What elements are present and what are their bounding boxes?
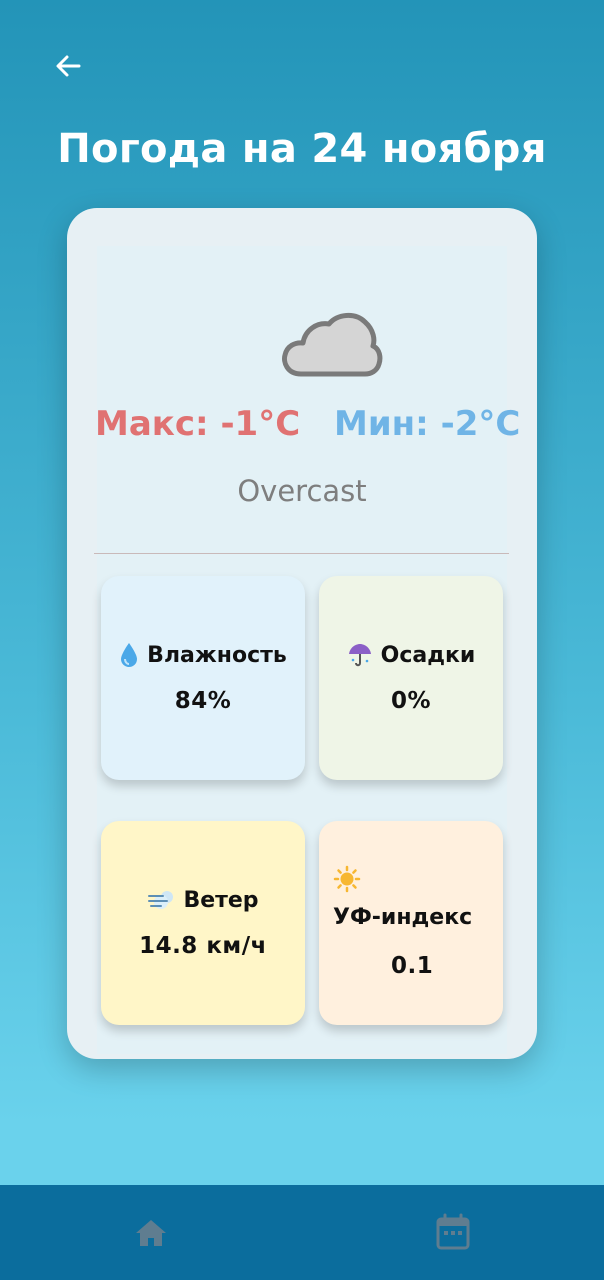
- uv-value: 0.1: [391, 953, 434, 979]
- wind-value: 14.8 км/ч: [139, 932, 267, 959]
- humidity-value: 84%: [174, 688, 232, 714]
- weather-card: Макс: -1°C Мин: -2°C Overcast Влажность …: [67, 208, 537, 1059]
- max-temperature: Макс: -1°C: [95, 404, 301, 444]
- precipitation-label: Осадки: [380, 642, 476, 668]
- divider: [94, 553, 509, 554]
- uv-tile: УФ-индекс 0.1: [319, 821, 503, 1025]
- umbrella-icon: [348, 644, 371, 667]
- sun-icon: [333, 865, 361, 893]
- arrow-left-icon: [56, 55, 81, 77]
- humidity-tile: Влажность 84%: [101, 576, 305, 780]
- precipitation-value: 0%: [390, 688, 432, 714]
- bottom-navigation: [0, 1185, 604, 1280]
- wind-tile: Ветер 14.8 км/ч: [101, 821, 305, 1025]
- back-button[interactable]: [48, 46, 88, 86]
- humidity-label: Влажность: [147, 642, 287, 668]
- wind-icon: [148, 891, 174, 909]
- droplet-icon: [121, 643, 138, 667]
- home-icon: [136, 1220, 166, 1246]
- humidity-label-row: Влажность: [119, 642, 287, 668]
- page-title: Погода на 24 ноября: [57, 126, 547, 172]
- uv-label: УФ-индекс: [333, 905, 473, 930]
- nav-calendar-button[interactable]: [435, 1213, 471, 1251]
- precipitation-label-row: Осадки: [347, 642, 476, 668]
- min-temperature: Мин: -2°C: [334, 404, 521, 444]
- wind-label-row: Ветер: [147, 887, 259, 913]
- wind-label: Ветер: [183, 887, 259, 913]
- nav-home-button[interactable]: [133, 1215, 169, 1251]
- cloud-icon: [282, 313, 383, 377]
- weather-condition: Overcast: [237, 474, 367, 508]
- calendar-icon: [436, 1213, 470, 1250]
- precipitation-tile: Осадки 0%: [319, 576, 503, 780]
